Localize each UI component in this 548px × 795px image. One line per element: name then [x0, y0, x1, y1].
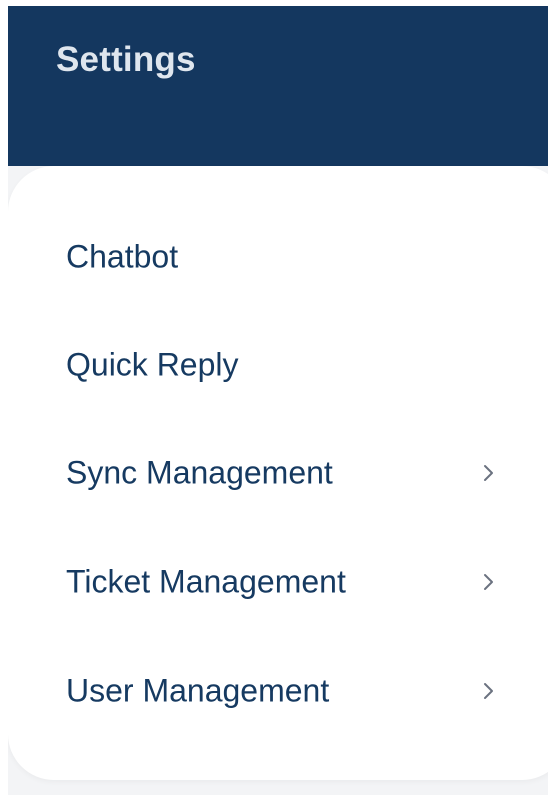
- chevron-right-icon: [476, 570, 500, 594]
- settings-header: Settings: [8, 6, 548, 166]
- menu-item-label: Sync Management: [66, 454, 333, 491]
- menu-item-sync-management[interactable]: Sync Management: [8, 423, 548, 523]
- menu-item-quick-reply[interactable]: Quick Reply: [8, 315, 548, 415]
- menu-item-label: Ticket Management: [66, 563, 346, 600]
- menu-item-ticket-management[interactable]: Ticket Management: [8, 532, 548, 632]
- chevron-right-icon: [476, 461, 500, 485]
- settings-panel: Settings Chatbot Quick Reply Sync Manage…: [8, 6, 548, 795]
- menu-item-label: Quick Reply: [66, 346, 239, 383]
- page-title: Settings: [56, 40, 196, 79]
- menu-item-label: User Management: [66, 672, 330, 709]
- chevron-right-icon: [476, 679, 500, 703]
- menu-item-label: Chatbot: [66, 238, 179, 275]
- menu-item-chatbot[interactable]: Chatbot: [8, 207, 548, 307]
- menu-item-user-management[interactable]: User Management: [8, 641, 548, 741]
- settings-menu: Chatbot Quick Reply Sync Management Tick…: [8, 166, 548, 780]
